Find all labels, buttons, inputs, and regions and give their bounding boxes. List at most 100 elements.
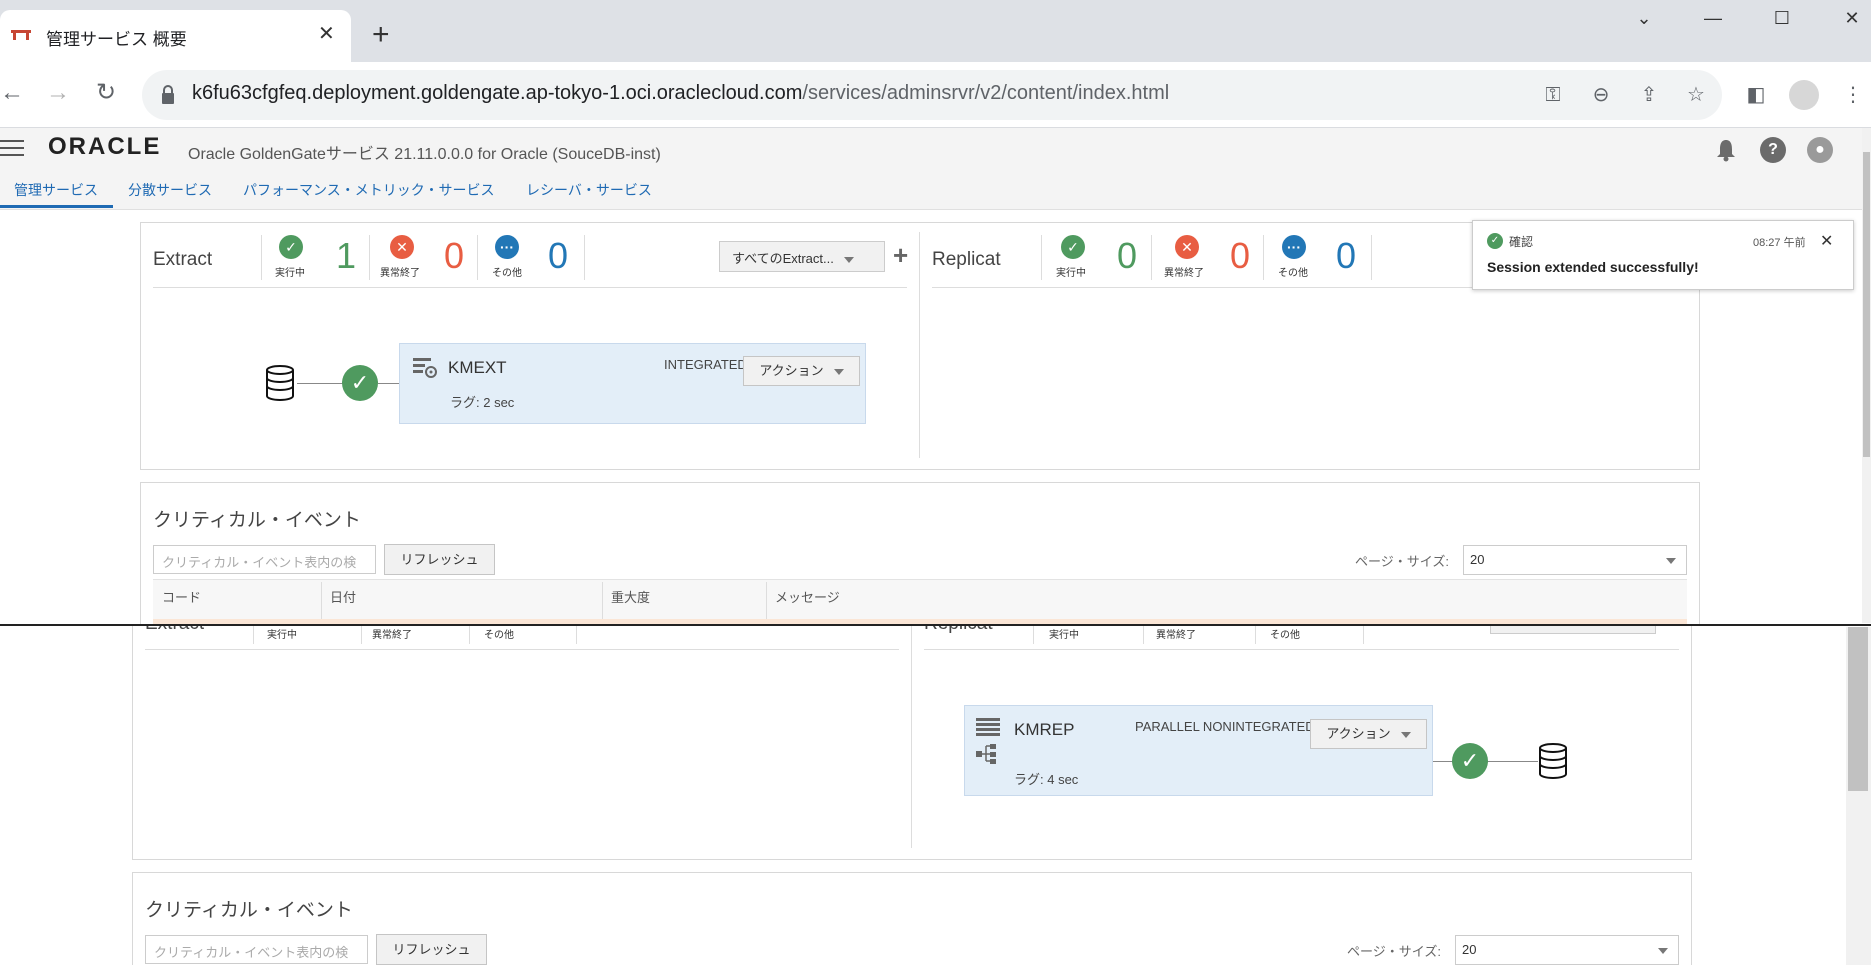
divider: [1041, 235, 1042, 280]
critical-events-search-input[interactable]: クリティカル・イベント表内の検: [145, 935, 368, 964]
page-size-value: 20: [1462, 942, 1477, 957]
running-label: 実行中: [267, 630, 297, 641]
minimize-icon[interactable]: —: [1693, 8, 1733, 36]
other-ellipsis-icon: ···: [1282, 235, 1306, 259]
url-host: k6fu63cfgfeq.deployment.goldengate.ap-to…: [192, 82, 803, 104]
action-label: アクション: [1326, 726, 1391, 741]
action-label: アクション: [759, 363, 824, 378]
toast-message: Session extended successfully!: [1487, 259, 1699, 275]
lower-scrollbar-thumb[interactable]: [1848, 627, 1868, 791]
upper-scrollbar-thumb[interactable]: [1863, 152, 1870, 457]
chevron-down-icon: [833, 368, 844, 375]
database-icon: [1539, 743, 1567, 779]
page-size-select[interactable]: 20: [1463, 545, 1687, 575]
col-message-header[interactable]: メッセージ: [775, 587, 840, 606]
tab-performance-metrics-service[interactable]: パフォーマンス・メトリック・サービス: [243, 180, 494, 200]
divider: [1363, 626, 1364, 644]
toast-check-icon: ✓: [1487, 233, 1503, 249]
tab-admin-service[interactable]: 管理サービス: [14, 180, 98, 200]
refresh-button[interactable]: リフレッシュ: [376, 934, 487, 965]
divider: [766, 582, 767, 619]
connector-line: [1433, 761, 1453, 762]
forward-icon[interactable]: →: [46, 80, 70, 106]
running-check-icon: ✓: [1061, 235, 1085, 259]
replicat-abended-count: 0: [1230, 235, 1251, 276]
running-label: 実行中: [1056, 268, 1086, 279]
toast-close-icon[interactable]: ✕: [1820, 231, 1833, 251]
abended-label: 異常終了: [380, 268, 420, 279]
tab-close-icon[interactable]: ✕: [318, 24, 335, 44]
page-size-select[interactable]: 20: [1455, 935, 1679, 965]
divider: [361, 626, 362, 644]
refresh-button[interactable]: リフレッシュ: [384, 544, 495, 575]
side-panel-icon[interactable]: ◧: [1741, 82, 1771, 108]
user-avatar-icon[interactable]: ●: [1807, 137, 1833, 163]
add-extract-icon[interactable]: +: [893, 242, 908, 268]
search-placeholder: クリティカル・イベント表内の検: [154, 945, 349, 960]
extract-filter-dropdown[interactable]: すべてのExtract...: [719, 241, 885, 272]
tab-receiver-service[interactable]: レシーバ・サービス: [526, 180, 652, 200]
critical-events-search-input[interactable]: クリティカル・イベント表内の検: [153, 545, 376, 574]
active-tab-indicator: [0, 205, 113, 208]
divider: [919, 232, 920, 458]
reload-icon[interactable]: ↻: [96, 80, 116, 106]
url-path: /services/adminsrvr/v2/content/index.htm…: [802, 82, 1170, 104]
connector-line: [378, 383, 400, 384]
divider: [1033, 626, 1034, 644]
notification-bell-icon[interactable]: [1713, 137, 1739, 163]
maximize-icon[interactable]: ☐: [1762, 8, 1802, 36]
window-close-icon[interactable]: ✕: [1832, 8, 1871, 36]
divider: [477, 235, 478, 280]
divider: [924, 649, 1679, 650]
zoom-out-icon[interactable]: ⊖: [1586, 82, 1616, 108]
col-code-header[interactable]: コード: [162, 587, 201, 606]
hamburger-menu-icon[interactable]: [0, 140, 24, 158]
page-size-label: ページ・サイズ:: [1347, 944, 1441, 959]
tab-search-chevron-icon[interactable]: ⌄: [1624, 8, 1664, 36]
connector-line: [1488, 761, 1538, 762]
replicat-list-icon: [976, 718, 1000, 736]
process-panel-lower: [132, 626, 1692, 860]
replicat-running-count: 0: [1117, 235, 1138, 276]
tab-distribution-service[interactable]: 分散サービス: [128, 180, 212, 200]
profile-avatar-icon[interactable]: [1789, 80, 1819, 110]
divider: [1371, 235, 1372, 280]
divider: [1151, 235, 1152, 280]
url-text[interactable]: k6fu63cfgfeq.deployment.goldengate.ap-to…: [192, 82, 1169, 105]
browser-menu-icon[interactable]: ⋮: [1838, 82, 1868, 108]
extract-action-button[interactable]: アクション: [743, 356, 860, 386]
divider: [1255, 626, 1256, 644]
key-icon[interactable]: ⚿: [1538, 82, 1568, 108]
toast-title: 確認: [1509, 235, 1534, 249]
replicat-filter-dropdown-clipped[interactable]: [1490, 626, 1656, 634]
replicat-process-type: PARALLEL NONINTEGRATED: [1135, 719, 1315, 734]
other-label: その他: [484, 630, 514, 641]
share-icon[interactable]: ⇪: [1634, 82, 1664, 108]
lock-icon: [162, 85, 174, 104]
new-tab-icon[interactable]: +: [372, 20, 390, 50]
lower-capture: Extract 実行中 異常終了 その他 Replicat 実行中 異常終了 そ…: [0, 626, 1871, 965]
extract-status-check-icon: ✓: [342, 365, 378, 401]
col-severity-header[interactable]: 重大度: [611, 587, 650, 606]
database-icon: [266, 365, 294, 401]
help-icon[interactable]: ?: [1760, 137, 1786, 163]
replicat-action-button[interactable]: アクション: [1310, 719, 1427, 749]
divider: [911, 626, 912, 848]
divider: [469, 626, 470, 644]
abended-label: 異常終了: [1156, 630, 1196, 641]
toast-notification: [1472, 220, 1854, 290]
divider: [1143, 626, 1144, 644]
replicat-title: Replicat: [932, 249, 1001, 270]
running-check-icon: ✓: [279, 235, 303, 259]
bookmark-star-icon[interactable]: ☆: [1681, 82, 1711, 108]
extract-process-name: KMEXT: [448, 358, 507, 377]
replicat-other-count: 0: [1336, 235, 1357, 276]
search-placeholder: クリティカル・イベント表内の検: [162, 555, 357, 570]
extract-other-count: 0: [548, 235, 569, 276]
divider: [602, 582, 603, 619]
col-date-header[interactable]: 日付: [330, 587, 356, 606]
chevron-down-icon: [843, 256, 854, 263]
back-icon[interactable]: ←: [0, 80, 24, 106]
divider: [261, 235, 262, 280]
divider: [321, 582, 322, 619]
